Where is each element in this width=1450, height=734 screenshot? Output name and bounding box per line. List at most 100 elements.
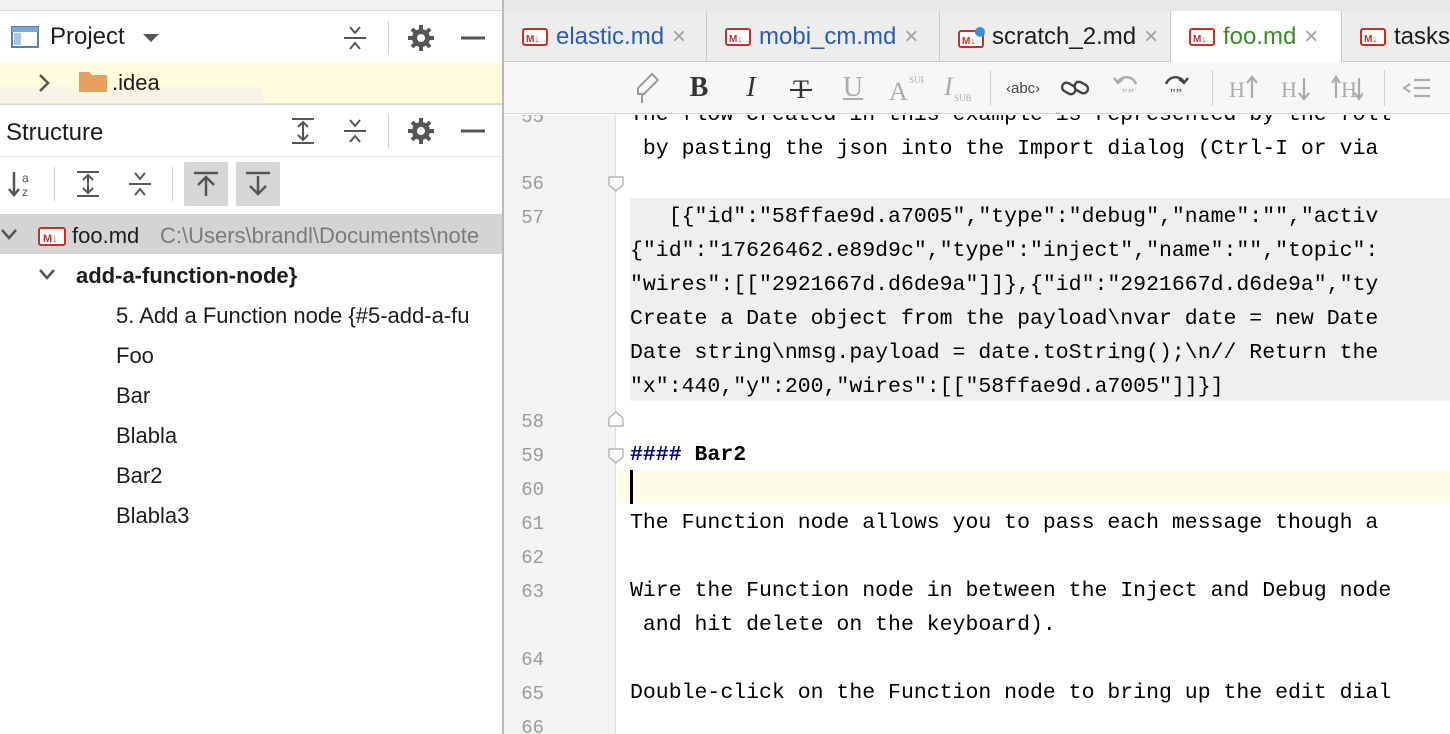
header-up-icon[interactable]: H [1226,70,1260,106]
editor-tab-bar: M↓ elastic.md × M↓ mobi_cm.md × M↓ scrat… [504,11,1450,63]
expand-all-icon[interactable] [288,116,318,146]
collapse-all-icon[interactable] [340,116,370,146]
tab-label: elastic.md [556,22,665,50]
link-icon[interactable] [1058,70,1092,106]
code-text: Date string\nmsg.payload = date.toString… [630,341,1379,365]
code-editor[interactable]: 55 56 57 58 59 60 61 62 63 64 65 66 The … [504,115,1450,734]
italic-button[interactable]: I [736,70,766,106]
header-down-icon[interactable]: H [1278,70,1312,106]
underline-button[interactable]: U [838,70,868,106]
code-text: {"id":"17626462.e89d9c","type":"inject",… [630,239,1379,263]
tab-tasks[interactable]: M↓ tasks. [1342,11,1450,62]
line-number: 65 [521,683,544,705]
text-caret [630,470,633,504]
top-strip [0,0,502,11]
project-title[interactable]: Project [50,23,125,51]
minimize-icon[interactable] [458,116,488,146]
structure-item[interactable]: Blabla3 [116,503,189,529]
toolbar-separator [1384,70,1385,106]
line-number: 66 [521,717,544,734]
project-panel-header: Project [0,11,502,63]
collapse-all-icon[interactable] [340,23,370,53]
minimize-icon[interactable] [458,23,488,53]
svg-text:I: I [943,73,954,101]
svg-text:H: H [1229,77,1245,102]
line-number: 59 [521,445,544,467]
svg-text:A: A [889,77,908,103]
svg-text:H: H [1341,77,1357,102]
collapse-all-icon[interactable] [118,162,162,206]
tab-foo[interactable]: M↓ foo.md × [1171,11,1342,63]
svg-text:M↓: M↓ [526,34,539,45]
expand-all-icon[interactable] [66,162,110,206]
tab-elastic[interactable]: M↓ elastic.md × [504,11,707,62]
svg-text:H: H [1281,77,1297,102]
close-icon[interactable]: × [904,23,918,51]
chevron-down-icon[interactable] [136,23,166,53]
chevron-down-icon[interactable] [0,227,18,246]
fold-marker-icon[interactable] [608,411,624,427]
tab-mobi-cm[interactable]: M↓ mobi_cm.md × [707,11,940,62]
editor-pane: M↓ elastic.md × M↓ mobi_cm.md × M↓ scrat… [502,0,1450,734]
code-span-icon[interactable]: ‹abc› [1004,70,1042,106]
tab-scratch-2[interactable]: M↓ scratch_2.md × [940,11,1171,62]
tab-label: foo.md [1223,23,1297,50]
structure-file-path: C:\Users\brandl\Documents\note [160,223,480,248]
line-number: 64 [521,649,544,671]
gear-icon[interactable] [406,23,436,53]
header-separator [388,114,389,148]
fold-marker-icon[interactable] [608,448,624,464]
code-text: [{"id":"58ffae9d.a7005","type":"debug","… [630,205,1379,229]
code-text: and hit delete on the keyboard). [630,613,1056,637]
line-number: 56 [521,173,544,195]
superscript-button[interactable]: A SUP [888,70,924,106]
project-window-icon [10,24,40,50]
project-tree-row[interactable]: .idea [0,63,502,104]
svg-text:z: z [22,185,28,199]
line-number: 63 [521,581,544,603]
code-text: "x":440,"y":200,"wires":[["58ffae9d.a700… [630,375,1224,399]
bold-button[interactable]: B [684,70,714,106]
code-text: "wires":[["2921667d.d6de9a"]]},{"id":"29… [630,273,1379,297]
chevron-right-icon[interactable] [36,72,52,99]
line-number: 55 [521,115,544,128]
structure-item[interactable]: Blabla [116,423,177,449]
unquote-icon[interactable]: "” [1108,70,1142,106]
header-toggle-icon[interactable]: H [1330,70,1364,106]
pen-icon[interactable] [632,70,662,106]
subscript-button[interactable]: I SUB [942,70,978,106]
markdown-file-icon: M↓ [522,27,548,47]
list-indent-icon[interactable] [1400,70,1434,106]
code-text: The flow created in this example is repr… [630,115,1392,127]
structure-item[interactable]: Bar2 [116,463,162,489]
sort-alphabetically-icon[interactable]: az [0,162,44,206]
close-icon[interactable]: × [1144,23,1158,51]
tab-strip-top [504,0,1450,11]
markdown-toolbar: B I T U A SUP I SUB ‹abc› "” "” H H H [504,62,1450,114]
line-number: 58 [521,411,544,433]
code-text: Wire the Function node in between the In… [630,579,1392,603]
structure-item[interactable]: Bar [116,383,150,409]
chevron-down-icon[interactable] [38,267,56,286]
close-icon[interactable]: × [672,23,686,51]
line-number: 61 [521,513,544,535]
structure-group[interactable]: add-a-function-node} [76,263,297,289]
line-number: 62 [521,547,544,569]
scroll-from-source-icon[interactable] [184,162,228,206]
gear-icon[interactable] [406,116,436,146]
fold-marker-icon[interactable] [608,176,624,192]
line-number: 57 [521,207,544,229]
toolbar-separator [1212,70,1213,106]
autoscroll-to-source-icon[interactable] [236,162,280,206]
structure-item[interactable]: 5. Add a Function node {#5-add-a-fu [116,303,469,329]
folder-icon [78,69,108,98]
markdown-file-icon: M↓ [38,225,66,252]
structure-item[interactable]: Foo [116,343,154,369]
svg-text:M↓: M↓ [43,233,58,245]
structure-title: Structure [6,119,104,146]
close-icon[interactable]: × [1304,23,1318,51]
quote-icon[interactable]: "” [1160,70,1194,106]
strikethrough-button[interactable]: T [786,70,816,106]
svg-text:a: a [22,171,29,185]
structure-file-name[interactable]: foo.md [72,223,139,249]
